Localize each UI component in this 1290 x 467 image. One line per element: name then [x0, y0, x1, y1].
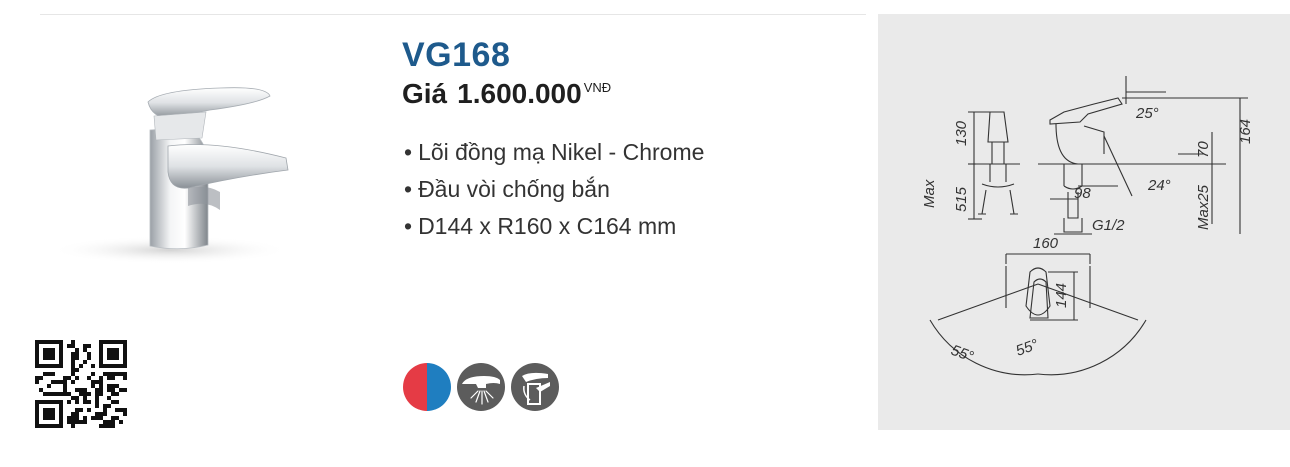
dim-angle-55-left: 55° [949, 342, 976, 366]
bullet-icon: • [404, 176, 413, 202]
product-price: Giá 1.600.000 VNĐ [402, 78, 611, 110]
dim-164: 164 [1237, 119, 1254, 144]
dim-max: Max [921, 179, 938, 208]
aerator-spray-icon [457, 363, 505, 411]
qr-code[interactable] [35, 340, 127, 428]
dim-angle-24: 24° [1147, 177, 1171, 194]
technical-drawing-panel: 25° 164 130 70 515 Max 98 24° Max25 G1/2… [878, 14, 1290, 430]
faucet-product-image [20, 60, 350, 280]
bullet-icon: • [404, 213, 413, 239]
price-currency: VNĐ [583, 80, 612, 95]
feature-list: • Lõi đồng mạ Nikel - Chrome • Đầu vòi chố… [404, 134, 704, 245]
dim-144: 144 [1053, 283, 1070, 308]
price-value: 1.600.000 [457, 78, 582, 109]
top-divider [40, 14, 866, 15]
feature-item: • Lõi đồng mạ Nikel - Chrome [404, 139, 705, 165]
dim-160: 160 [1033, 235, 1059, 252]
price-label: Giá [402, 78, 448, 109]
lever-handle-icon [511, 363, 559, 411]
hot-cold-icon [403, 363, 451, 411]
feature-item: • D144 x R160 x C164 mm [404, 213, 677, 239]
dim-70: 70 [1195, 141, 1212, 158]
dim-angle-25: 25° [1135, 105, 1159, 122]
technical-drawing: 25° 164 130 70 515 Max 98 24° Max25 G1/2… [921, 76, 1254, 376]
dim-98: 98 [1074, 185, 1091, 202]
feature-icons [402, 362, 560, 412]
dim-130: 130 [953, 120, 970, 146]
feature-item: • Đầu vòi chống bắn [404, 176, 610, 202]
dim-515: 515 [953, 186, 970, 212]
bullet-icon: • [404, 139, 413, 165]
dim-g12: G1/2 [1092, 217, 1125, 234]
dim-angle-55-right: 55° [1014, 336, 1041, 360]
product-model: VG168 [402, 36, 511, 74]
dim-max25: Max25 [1195, 184, 1212, 230]
